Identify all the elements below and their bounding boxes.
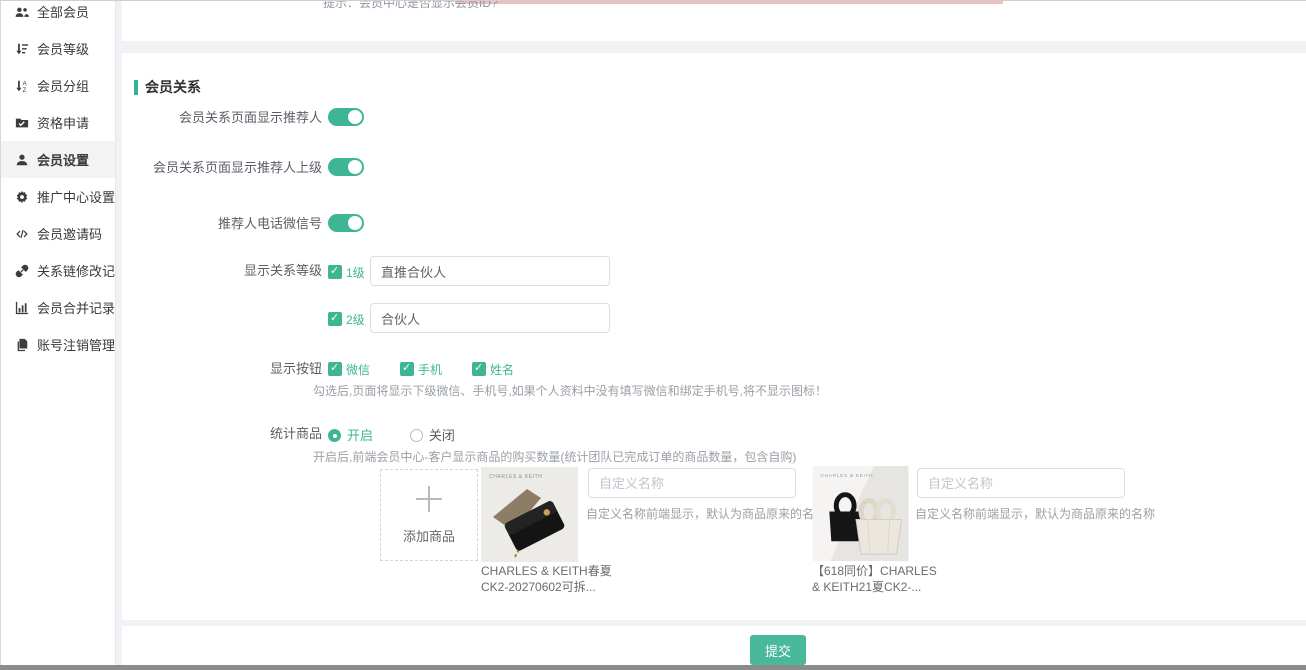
- stats-label: 统计商品: [122, 427, 322, 441]
- phone-checkbox[interactable]: [400, 362, 414, 376]
- level2-checkbox[interactable]: [328, 312, 342, 326]
- submit-button[interactable]: 提交: [750, 635, 806, 665]
- stats-on-label: 开启: [347, 428, 373, 443]
- horizontal-scrollbar[interactable]: [0, 665, 1306, 670]
- sidebar-item-label: 账号注销管理: [37, 335, 115, 354]
- sort-amount-icon: [15, 42, 29, 56]
- sidebar-item-member-settings[interactable]: 会员设置: [1, 141, 115, 178]
- level2-checkbox-group: 2级: [328, 311, 365, 329]
- sidebar-item-merge-log[interactable]: 会员合并记录: [1, 289, 115, 326]
- product-2-caption-line1: 【618同价】CHARLES: [812, 563, 932, 579]
- relation-levels-label: 显示关系等级: [122, 256, 322, 286]
- product-1-custom-name-input[interactable]: [588, 468, 796, 498]
- sidebar-item-member-levels[interactable]: 会员等级: [1, 30, 115, 67]
- product-2-input-hint: 自定义名称前端显示，默认为商品原来的名称: [915, 505, 1155, 522]
- level1-name-input[interactable]: [370, 256, 610, 286]
- gear-icon: [15, 190, 29, 204]
- sidebar-item-invite-code[interactable]: 会员邀请码: [1, 215, 115, 252]
- toggle-label: 推荐人电话微信号: [122, 215, 322, 233]
- level1-checkbox-label: 1级: [346, 266, 365, 280]
- name-checkbox-label: 姓名: [490, 363, 514, 377]
- sidebar-item-relation-chain-log[interactable]: 关系链修改记录: [1, 252, 115, 289]
- clipped-hint-text: 提示：会员中心是否显示会员ID?: [323, 1, 498, 11]
- sidebar-item-all-members[interactable]: 全部会员: [1, 1, 115, 30]
- sidebar-item-label: 全部会员: [37, 2, 89, 21]
- sidebar-item-promotion-center[interactable]: 推广中心设置: [1, 178, 115, 215]
- code-icon: [15, 227, 29, 241]
- sidebar-item-qualification-apply[interactable]: 资格申请: [1, 104, 115, 141]
- toggle-label: 会员关系页面显示推荐人: [122, 109, 322, 127]
- product-1-caption-line1: CHARLES & KEITH春夏: [481, 563, 601, 579]
- member-relation-panel: 会员关系 会员关系页面显示推荐人 会员关系页面显示推荐人上级 推荐人电话微信号 …: [122, 53, 1306, 620]
- sidebar-item-label: 会员邀请码: [37, 224, 102, 243]
- stats-on-radio[interactable]: [328, 429, 341, 442]
- chart-icon: [15, 301, 29, 315]
- folder-check-icon: [15, 116, 29, 130]
- product-1-image[interactable]: CHARLES & KEITH: [481, 467, 578, 562]
- toggle-knob: [348, 216, 362, 230]
- sidebar: 全部会员 会员等级 AZ 会员分组 资格申请: [0, 1, 116, 665]
- stats-off-label: 关闭: [429, 428, 455, 443]
- product-2-caption-line2: & KEITH21夏CK2-...: [812, 579, 932, 595]
- svg-text:CHARLES & KEITH: CHARLES & KEITH: [820, 473, 873, 479]
- stats-hint: 开启后,前端会员中心-客户显示商品的购买数量(统计团队已完成订单的商品数量，包含…: [313, 448, 796, 465]
- level2-name-input[interactable]: [370, 303, 610, 333]
- add-product-label: 添加商品: [403, 526, 455, 545]
- toggle-label: 会员关系页面显示推荐人上级: [122, 159, 322, 177]
- level1-checkbox-group: 1级: [328, 264, 365, 282]
- product-2-caption: 【618同价】CHARLES & KEITH21夏CK2-...: [812, 563, 932, 595]
- sidebar-item-label: 会员等级: [37, 39, 89, 58]
- phone-checkbox-label: 手机: [418, 363, 442, 377]
- member-settings-page: 全部会员 会员等级 AZ 会员分组 资格申请: [0, 0, 1306, 670]
- svg-text:Z: Z: [22, 86, 26, 92]
- wechat-checkbox[interactable]: [328, 362, 342, 376]
- stats-off-radio[interactable]: [410, 429, 423, 442]
- name-option: 姓名: [472, 361, 514, 379]
- file-copy-icon: [15, 338, 29, 352]
- show-referrer-upline-toggle[interactable]: [328, 158, 364, 176]
- submit-bar: 提交: [122, 626, 1306, 665]
- level2-checkbox-label: 2级: [346, 313, 365, 327]
- users-icon: [15, 5, 29, 19]
- product-1-caption-line2: CK2-20270602可拆...: [481, 579, 601, 595]
- wechat-checkbox-label: 微信: [346, 363, 370, 377]
- sidebar-item-label: 资格申请: [37, 113, 89, 132]
- add-product-button[interactable]: 添加商品: [380, 469, 478, 561]
- top-panel: 提示：会员中心是否显示会员ID?: [122, 1, 1306, 41]
- level1-checkbox[interactable]: [328, 265, 342, 279]
- name-checkbox[interactable]: [472, 362, 486, 376]
- product-2-custom-name-input[interactable]: [917, 468, 1125, 498]
- sidebar-item-label: 推广中心设置: [37, 187, 115, 206]
- phone-option: 手机: [400, 361, 442, 379]
- show-buttons-label: 显示按钮: [122, 362, 322, 376]
- show-buttons-options: 微信 手机 姓名: [328, 361, 514, 379]
- sidebar-item-label: 会员合并记录: [37, 298, 115, 317]
- sidebar-item-label: 会员分组: [37, 76, 89, 95]
- sidebar-item-account-cancel[interactable]: 账号注销管理: [1, 326, 115, 363]
- show-buttons-hint: 勾选后,页面将显示下级微信、手机号,如果个人资料中没有填写微信和绑定手机号,将不…: [313, 382, 827, 399]
- product-1-caption: CHARLES & KEITH春夏 CK2-20270602可拆...: [481, 563, 601, 595]
- section-accent-bar: [134, 80, 138, 95]
- sidebar-item-label: 会员设置: [37, 150, 89, 169]
- plus-icon: [416, 486, 442, 512]
- clipped-highlight-strip: [455, 1, 1003, 4]
- sidebar-item-label: 关系链修改记录: [37, 261, 116, 280]
- toggle-knob: [348, 110, 362, 124]
- stats-options: 开启 关闭: [328, 425, 455, 445]
- referrer-contact-toggle[interactable]: [328, 214, 364, 232]
- sidebar-item-member-groups[interactable]: AZ 会员分组: [1, 67, 115, 104]
- toggle-knob: [348, 160, 362, 174]
- wechat-option: 微信: [328, 361, 370, 379]
- show-referrer-toggle[interactable]: [328, 108, 364, 126]
- user-icon: [15, 153, 29, 167]
- sort-alpha-icon: AZ: [15, 79, 29, 93]
- link-icon: [15, 264, 29, 278]
- product-2-image[interactable]: CHARLES & KEITH: [812, 466, 909, 561]
- svg-text:CHARLES & KEITH: CHARLES & KEITH: [489, 474, 542, 480]
- sidebar-menu: 全部会员 会员等级 AZ 会员分组 资格申请: [1, 1, 115, 363]
- section-title: 会员关系: [145, 77, 201, 97]
- product-1-input-hint: 自定义名称前端显示，默认为商品原来的名称: [586, 505, 826, 522]
